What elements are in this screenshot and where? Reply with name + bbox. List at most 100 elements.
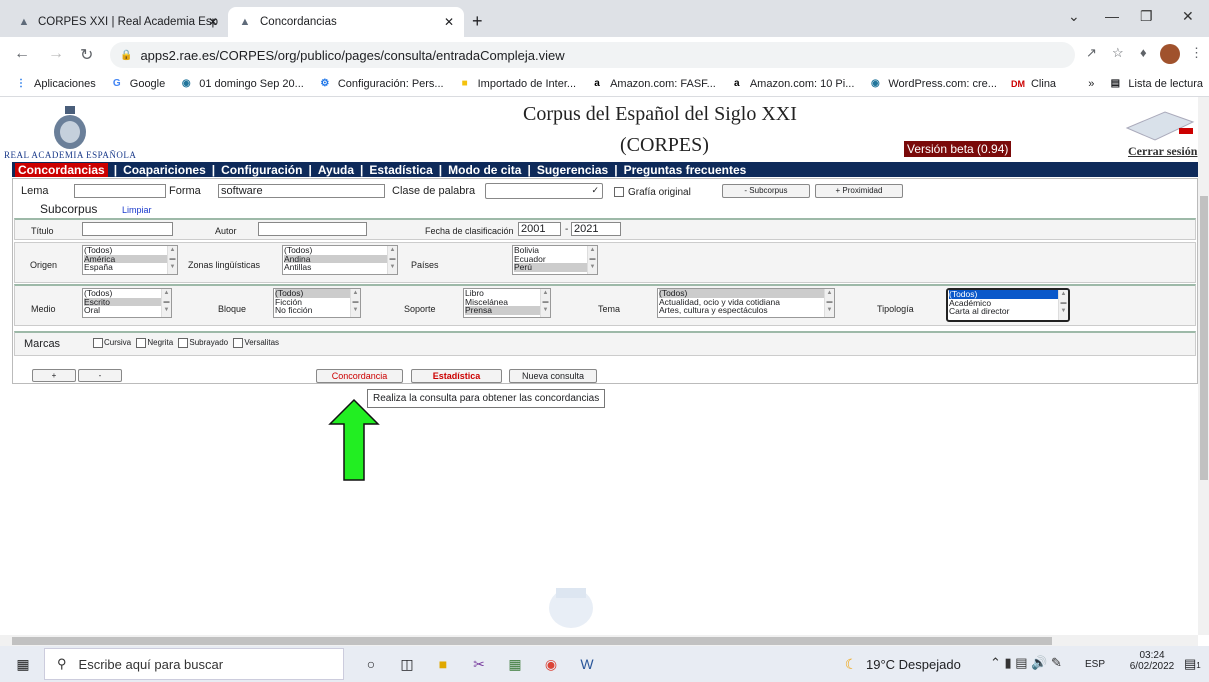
close-tab-icon[interactable]: ✕ <box>444 15 454 29</box>
snipping-tool-icon[interactable]: ✂ <box>468 653 490 675</box>
autor-input[interactable] <box>258 222 367 236</box>
logout-link[interactable]: Cerrar sesión <box>1128 144 1197 159</box>
bookmark-amazon1[interactable]: a Amazon.com: FASF... <box>590 77 716 91</box>
star-icon[interactable]: ☆ <box>1112 45 1124 61</box>
back-icon[interactable]: ← <box>14 45 30 63</box>
word-icon[interactable]: W <box>576 653 598 675</box>
extensions-icon[interactable]: ♦ <box>1140 45 1147 60</box>
notification-icon[interactable]: ▤1 <box>1184 656 1201 672</box>
menu-modo-cita[interactable]: Modo de cita <box>448 163 521 177</box>
cortana-icon[interactable]: ○ <box>360 653 382 675</box>
bookmark-folder[interactable]: ■ Importado de Inter... <box>458 77 576 91</box>
clock[interactable]: 03:24 6/02/2022 <box>1127 650 1177 672</box>
list-scrollbar[interactable]: ▲ ▬ ▼ <box>824 289 834 317</box>
soporte-list[interactable]: Libro Miscelánea Prensa ▲ ▬ ▼ <box>463 288 551 318</box>
clase-select[interactable]: ✓ <box>485 183 603 199</box>
task-view-icon[interactable]: ◫ <box>396 653 418 675</box>
url-field[interactable]: 🔒 apps2.rae.es/CORPES/org/publico/pages/… <box>110 42 1075 68</box>
bookmark-clina[interactable]: DM Clina <box>1011 77 1056 91</box>
subcorpus-button[interactable]: - Subcorpus <box>722 184 810 198</box>
list-scrollbar[interactable]: ▲ ▬ ▼ <box>540 289 550 317</box>
list-option[interactable]: Oral <box>84 306 171 315</box>
calculator-icon[interactable]: ▦ <box>504 653 526 675</box>
rae-crest-icon <box>54 106 86 149</box>
tray-icons[interactable]: ⌃ ▮ ▤ 🔊 ✎ <box>990 655 1062 671</box>
forma-input[interactable]: software <box>218 184 385 198</box>
zonas-list[interactable]: (Todos) Andina Antillas ▲ ▬ ▼ <box>282 245 398 275</box>
minimize-icon[interactable]: — <box>1105 8 1119 24</box>
versalitas-checkbox[interactable]: Versalitas <box>233 338 279 348</box>
close-tab-icon[interactable]: ✕ <box>208 15 218 29</box>
medio-list[interactable]: (Todos) Escrito Oral ▲ ▬ ▼ <box>82 288 172 318</box>
tab-concordancias[interactable]: ▲ Concordancias ✕ <box>228 7 464 37</box>
bookmarks-overflow[interactable]: » <box>1088 78 1094 90</box>
bookmark-wp1[interactable]: ◉ 01 domingo Sep 20... <box>179 77 304 91</box>
language-indicator[interactable]: ESP <box>1085 659 1105 670</box>
nueva-consulta-button[interactable]: Nueva consulta <box>509 369 597 383</box>
list-option[interactable]: Perú <box>514 263 597 273</box>
fecha-to-input[interactable]: 2021 <box>571 222 621 236</box>
list-scrollbar[interactable]: ▲ ▬ ▼ <box>1058 290 1068 320</box>
list-option[interactable]: Antillas <box>284 263 397 272</box>
forward-icon[interactable]: → <box>48 45 64 63</box>
bookmark-wp2[interactable]: ◉ WordPress.com: cre... <box>868 77 997 91</box>
list-scrollbar[interactable]: ▲ ▬ ▼ <box>161 289 171 317</box>
list-option[interactable]: Carta al director <box>949 307 1068 316</box>
tema-list[interactable]: (Todos) Actualidad, ocio y vida cotidian… <box>657 288 835 318</box>
menu-concordancias[interactable]: Concordancias <box>15 162 108 177</box>
horizontal-scroll-thumb[interactable] <box>12 637 1052 645</box>
paises-list[interactable]: Bolivia Ecuador Perú ▲ ▬ ▼ <box>512 245 598 275</box>
reading-list[interactable]: ▤ Lista de lectura <box>1108 77 1203 91</box>
subrayado-checkbox[interactable]: Subrayado <box>178 338 228 348</box>
menu-preguntas[interactable]: Preguntas frecuentes <box>624 163 747 177</box>
estadistica-button[interactable]: Estadística <box>411 369 502 383</box>
maximize-icon[interactable]: ❐ <box>1140 8 1153 25</box>
menu-estadistica[interactable]: Estadística <box>369 163 432 177</box>
list-option[interactable]: No ficción <box>275 306 360 315</box>
tipologia-list[interactable]: (Todos) Académico Carta al director ▲ ▬ ▼ <box>946 288 1070 322</box>
list-option[interactable]: España <box>84 263 177 272</box>
taskbar-search[interactable]: ⚲ Escribe aquí para buscar <box>44 648 344 680</box>
limpiar-link[interactable]: Limpiar <box>122 205 152 215</box>
lema-input[interactable] <box>74 184 166 198</box>
list-option[interactable]: Artes, cultura y espectáculos <box>659 306 834 315</box>
reload-icon[interactable]: ↻ <box>80 45 93 65</box>
negrita-checkbox[interactable]: Negrita <box>136 338 173 348</box>
proximidad-button[interactable]: + Proximidad <box>815 184 903 198</box>
file-explorer-icon[interactable]: ■ <box>432 653 454 675</box>
grafia-checkbox[interactable] <box>614 186 625 198</box>
bookmark-config[interactable]: ⚙ Configuración: Pers... <box>318 77 443 91</box>
fecha-from-input[interactable]: 2001 <box>518 222 561 236</box>
concordancia-button[interactable]: Concordancia <box>316 369 403 383</box>
vertical-scroll-thumb[interactable] <box>1200 196 1208 480</box>
tab-corpes[interactable]: ▲ CORPES XXI | Real Academia Esp ✕ <box>8 7 228 37</box>
windows-start-icon[interactable]: ▦ <box>12 653 34 675</box>
bookmark-google[interactable]: G Google <box>110 77 165 91</box>
avatar[interactable] <box>1160 44 1180 64</box>
menu-configuracion[interactable]: Configuración <box>221 163 302 177</box>
remove-row-button[interactable]: - <box>78 369 122 382</box>
menu-coapariciones[interactable]: Coapariciones <box>123 163 206 177</box>
list-scrollbar[interactable]: ▲ ▬ ▼ <box>587 246 597 274</box>
list-scrollbar[interactable]: ▲ ▬ ▼ <box>167 246 177 274</box>
tab-search-icon[interactable]: ⌄ <box>1068 8 1080 25</box>
new-tab-icon[interactable]: + <box>472 12 483 30</box>
chrome-icon[interactable]: ◉ <box>540 653 562 675</box>
close-window-icon[interactable]: ✕ <box>1182 8 1194 25</box>
weather-text[interactable]: 19°C Despejado <box>866 657 961 672</box>
cursiva-checkbox[interactable]: Cursiva <box>93 338 131 348</box>
share-icon[interactable]: ↗ <box>1086 45 1097 61</box>
list-scrollbar[interactable]: ▲ ▬ ▼ <box>350 289 360 317</box>
menu-dots-icon[interactable]: ⋮ <box>1190 45 1203 61</box>
list-scrollbar[interactable]: ▲ ▬ ▼ <box>387 246 397 274</box>
bloque-list[interactable]: (Todos) Ficción No ficción ▲ ▬ ▼ <box>273 288 361 318</box>
menu-ayuda[interactable]: Ayuda <box>318 163 354 177</box>
add-row-button[interactable]: + <box>32 369 76 382</box>
lock-icon: 🔒 <box>120 49 133 61</box>
bookmark-amazon2[interactable]: a Amazon.com: 10 Pi... <box>730 77 854 91</box>
origen-list[interactable]: (Todos) América España ▲ ▬ ▼ <box>82 245 178 275</box>
titulo-input[interactable] <box>82 222 173 236</box>
bookmark-apps[interactable]: ⋮ Aplicaciones <box>14 77 96 91</box>
list-option[interactable]: Prensa <box>465 306 550 316</box>
menu-sugerencias[interactable]: Sugerencias <box>537 163 608 177</box>
